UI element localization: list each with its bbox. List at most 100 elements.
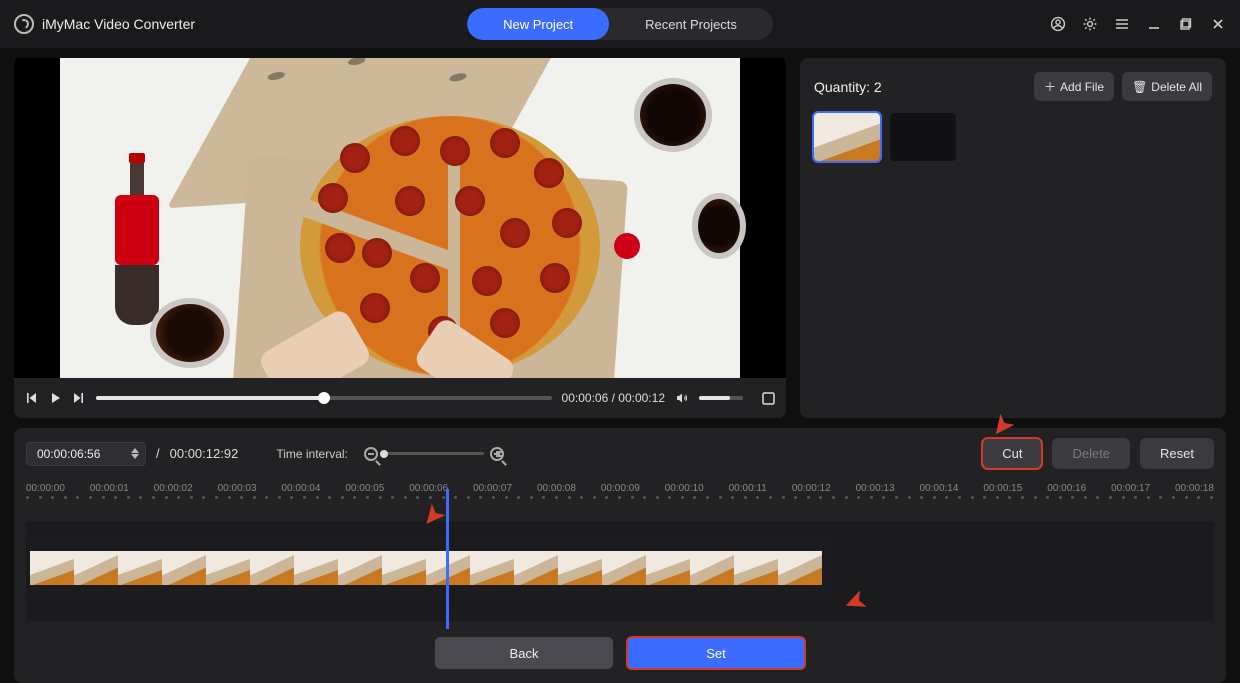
volume-icon[interactable]: [675, 391, 689, 405]
tab-recent-projects[interactable]: Recent Projects: [609, 8, 773, 40]
tick-label: 00:00:11: [729, 483, 767, 494]
filmstrip-frame: [514, 551, 558, 585]
duration-value: 00:00:12:92: [170, 446, 239, 461]
tick-label: 00:00:06: [409, 483, 448, 494]
plus-icon: ＋: [1044, 78, 1056, 95]
zoom-slider[interactable]: [384, 452, 484, 455]
delete-all-label: Delete All: [1151, 80, 1202, 94]
timeline-editor: / 00:00:12:92 Time interval: Cut Delete …: [14, 428, 1226, 683]
tick-label: 00:00:17: [1111, 483, 1150, 494]
clip-list-panel: Quantity: 2 ＋ Add File 🗑 Delete All: [800, 58, 1226, 418]
side-column: Quantity: 2 ＋ Add File 🗑 Delete All: [800, 58, 1226, 418]
cut-button[interactable]: Cut: [982, 438, 1042, 469]
editor-toolbar: / 00:00:12:92 Time interval: Cut Delete …: [26, 438, 1214, 469]
tab-new-project-label: New Project: [503, 17, 573, 32]
back-button[interactable]: Back: [435, 637, 613, 669]
tick-label: 00:00:02: [154, 483, 193, 494]
video-frame-still: [60, 58, 740, 378]
tick-label: 00:00:09: [601, 483, 640, 494]
fullscreen-icon[interactable]: [761, 391, 776, 406]
timeline-ruler[interactable]: 00:00:00 00:00:01 00:00:02 00:00:03 00:00:04…: [26, 483, 1214, 511]
add-file-label: Add File: [1060, 80, 1104, 94]
menu-icon[interactable]: [1114, 16, 1130, 32]
position-input[interactable]: [37, 447, 123, 461]
filmstrip-frame: [74, 551, 118, 585]
tick-label: 00:00:08: [537, 483, 576, 494]
delete-label: Delete: [1072, 446, 1110, 461]
tick-label: 00:00:10: [665, 483, 704, 494]
filmstrip-frame: [646, 551, 690, 585]
filmstrip-frame: [338, 551, 382, 585]
filmstrip-frame: [602, 551, 646, 585]
clip-thumbnail-2[interactable]: [890, 113, 956, 161]
filmstrip-frame: [30, 551, 74, 585]
filmstrip-frame: [690, 551, 734, 585]
clip-list-header: Quantity: 2 ＋ Add File 🗑 Delete All: [814, 72, 1212, 101]
tab-recent-projects-label: Recent Projects: [645, 17, 737, 32]
delete-button[interactable]: Delete: [1052, 438, 1130, 469]
window-minimize-icon[interactable]: [1146, 16, 1162, 32]
filmstrip-frame: [250, 551, 294, 585]
tick-label: 00:00:05: [345, 483, 384, 494]
reset-label: Reset: [1160, 446, 1194, 461]
zoom-out-icon[interactable]: [364, 447, 378, 461]
position-spinbox[interactable]: [26, 442, 146, 466]
quantity-label: Quantity: 2: [814, 79, 882, 95]
timeline-strip[interactable]: [26, 521, 1214, 621]
zoom-in-icon[interactable]: [490, 447, 504, 461]
tick-label: 00:00:01: [90, 483, 129, 494]
filmstrip-frame: [294, 551, 338, 585]
time-interval-label: Time interval:: [276, 447, 348, 461]
tick-label: 00:00:00: [26, 483, 65, 494]
set-label: Set: [706, 646, 726, 661]
play-icon[interactable]: [48, 391, 62, 405]
tick-label: 00:00:18: [1175, 483, 1214, 494]
trash-icon: 🗑: [1132, 80, 1147, 94]
window-maximize-icon[interactable]: [1178, 16, 1194, 32]
set-button[interactable]: Set: [627, 637, 805, 669]
tick-label: 00:00:15: [983, 483, 1022, 494]
skip-start-icon[interactable]: [24, 391, 38, 405]
project-tabs: New Project Recent Projects: [467, 8, 773, 40]
add-file-button[interactable]: ＋ Add File: [1034, 72, 1114, 101]
tick-label: 00:00:13: [856, 483, 895, 494]
position-stepper[interactable]: [131, 448, 139, 459]
filmstrip-frame: [118, 551, 162, 585]
separator: /: [156, 446, 160, 461]
filmstrip-frame: [778, 551, 822, 585]
filmstrip-frame: [558, 551, 602, 585]
filmstrip: [30, 551, 830, 585]
tick-label: 00:00:07: [473, 483, 512, 494]
player-controls: 00:00:06 / 00:00:12: [14, 378, 786, 418]
user-icon[interactable]: [1050, 16, 1066, 32]
reset-button[interactable]: Reset: [1140, 438, 1214, 469]
tick-label: 00:00:12: [792, 483, 831, 494]
window-close-icon[interactable]: [1210, 16, 1226, 32]
filmstrip-frame: [206, 551, 250, 585]
video-preview[interactable]: [14, 58, 786, 378]
filmstrip-frame: [382, 551, 426, 585]
clip-thumbnails: [814, 113, 1212, 161]
cut-label: Cut: [1002, 446, 1022, 461]
seek-bar[interactable]: [96, 396, 552, 400]
filmstrip-frame: [734, 551, 778, 585]
filmstrip-frame: [470, 551, 514, 585]
delete-all-button[interactable]: 🗑 Delete All: [1122, 72, 1212, 101]
volume-slider[interactable]: [699, 396, 743, 400]
preview-card: 00:00:06 / 00:00:12: [14, 58, 786, 418]
titlebar: iMyMac Video Converter New Project Recen…: [0, 0, 1240, 48]
main-row: 00:00:06 / 00:00:12 Quantity: 2 ＋ Add Fil…: [0, 48, 1240, 418]
clip-thumbnail-1[interactable]: [814, 113, 880, 161]
zoom-control: [364, 447, 504, 461]
tick-label: 00:00:03: [218, 483, 257, 494]
gear-icon[interactable]: [1082, 16, 1098, 32]
preview-column: 00:00:06 / 00:00:12: [14, 58, 786, 418]
editor-action-row: Back Set: [26, 637, 1214, 669]
tab-new-project[interactable]: New Project: [467, 8, 609, 40]
filmstrip-frame: [162, 551, 206, 585]
skip-end-icon[interactable]: [72, 391, 86, 405]
tick-label: 00:00:04: [282, 483, 321, 494]
app-logo-icon: [14, 14, 34, 34]
app-title: iMyMac Video Converter: [42, 16, 195, 32]
playhead[interactable]: [446, 489, 449, 629]
